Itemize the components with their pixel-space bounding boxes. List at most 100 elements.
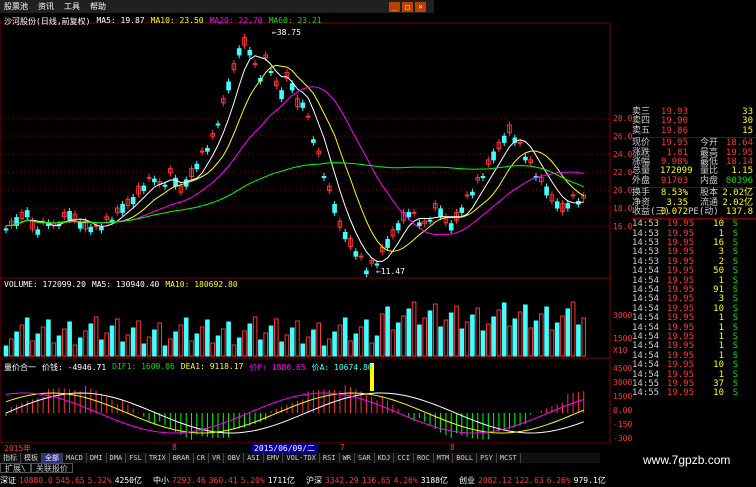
volume-bar bbox=[231, 344, 237, 357]
menu-item-pool[interactable]: 股票池 bbox=[4, 1, 28, 12]
menu-bar: 股票池 资讯 工具 帮助 bbox=[0, 0, 434, 13]
tab-psy[interactable]: PSY bbox=[477, 453, 497, 463]
tick-row: 14:55 19.95 10 S bbox=[632, 388, 756, 398]
volume-bar bbox=[491, 316, 496, 357]
tab-mtm[interactable]: MTM bbox=[434, 453, 454, 463]
index-0[interactable]: 深证 10880.0 545.65 5.32% 4250亿 bbox=[0, 475, 145, 486]
volume-bar bbox=[30, 340, 35, 357]
index-2[interactable]: 沪深 3342.29 136.65 4.26% 3188亿 bbox=[306, 475, 451, 486]
candle-body bbox=[321, 176, 327, 178]
volume-bar bbox=[51, 342, 57, 357]
tab-related-quotes[interactable]: 关联报价 bbox=[30, 463, 73, 473]
volume-bar bbox=[337, 324, 343, 357]
volume-bar bbox=[205, 319, 210, 357]
tab-cci[interactable]: CCI bbox=[394, 453, 414, 463]
index-name: 创业 bbox=[458, 476, 475, 485]
tab-rsi[interactable]: RSI bbox=[320, 453, 340, 463]
index-3[interactable]: 创业 2082.12 122.63 6.26% 979.1亿 bbox=[459, 475, 609, 486]
index-val: 7293.46 bbox=[171, 476, 206, 485]
tab-sar[interactable]: SAR bbox=[355, 453, 375, 463]
volume-bar bbox=[576, 324, 581, 357]
candle-body bbox=[120, 204, 125, 213]
volume-bar bbox=[226, 321, 231, 357]
tab-trix[interactable]: TRIX bbox=[146, 453, 170, 463]
volume-bar bbox=[496, 309, 502, 357]
candle-body bbox=[162, 184, 168, 187]
volume-bar bbox=[321, 345, 327, 357]
menu-item-info[interactable]: 资讯 bbox=[38, 1, 54, 12]
volume-bar bbox=[183, 317, 189, 357]
tab-cr[interactable]: CR bbox=[194, 453, 209, 463]
indicator-tick-label: 30000 bbox=[613, 378, 632, 387]
ma60-label: MA60: 23.21 bbox=[268, 16, 322, 25]
volume-bar bbox=[141, 343, 147, 357]
tab-brar[interactable]: BRAR bbox=[170, 453, 194, 463]
candle-body bbox=[300, 102, 306, 108]
volume-bar bbox=[390, 329, 396, 357]
candle-body bbox=[247, 50, 253, 56]
tab-obv[interactable]: OBV bbox=[224, 453, 245, 463]
tab-wr[interactable]: WR bbox=[340, 453, 355, 463]
maximize-icon[interactable]: □ bbox=[402, 1, 413, 12]
indicator-dea: DEA1: 9118.17 bbox=[180, 362, 244, 371]
price-tick-label: 22.00 bbox=[613, 168, 632, 177]
candle-body bbox=[523, 156, 528, 161]
volume-bar bbox=[136, 320, 141, 357]
timeline-m2: 7 bbox=[340, 443, 345, 452]
kline-chart[interactable]: 28.00 26.00 24.00 22.00 20.00 18.00 16.00 ←38.7… bbox=[0, 13, 632, 443]
volume-bar bbox=[565, 308, 571, 357]
volume-bar bbox=[475, 307, 480, 357]
tab-指标[interactable]: 指标 bbox=[0, 453, 21, 463]
tab-dmi[interactable]: DMI bbox=[87, 453, 107, 463]
chart-header: 沙河股份(日线,前复权) MA5: 19.87 MA10: 23.50 MA20… bbox=[4, 16, 322, 27]
tab-全部[interactable]: 全部 bbox=[42, 453, 63, 463]
tab-roc[interactable]: ROC bbox=[414, 453, 434, 463]
tab-macd[interactable]: MACD bbox=[63, 453, 87, 463]
volume-bar bbox=[120, 341, 125, 357]
index-pct: 4.26% bbox=[393, 476, 418, 485]
candle-body bbox=[358, 255, 364, 258]
status-bar: 深证 10880.0 545.65 5.32% 4250亿 中小 7293.46 360.41… bbox=[0, 474, 756, 487]
tab-vr[interactable]: VR bbox=[209, 453, 225, 463]
volume-bar bbox=[332, 331, 337, 357]
tab-模板[interactable]: 模板 bbox=[21, 453, 42, 463]
tab-dma[interactable]: DMA bbox=[107, 453, 127, 463]
volume-bar bbox=[109, 325, 115, 357]
minimize-icon[interactable]: _ bbox=[389, 1, 400, 12]
volume-bar bbox=[517, 311, 523, 357]
index-name: 沪深 bbox=[305, 476, 322, 485]
index-1[interactable]: 中小 7293.46 360.41 5.20% 1711亿 bbox=[153, 475, 298, 486]
tab-emv[interactable]: EMV bbox=[264, 453, 284, 463]
tab-fsl[interactable]: FSL bbox=[126, 453, 146, 463]
volume-bar bbox=[9, 338, 14, 357]
close-icon[interactable]: × bbox=[415, 1, 426, 12]
volume-bar bbox=[263, 332, 268, 357]
stat-label-2: PE(动) bbox=[688, 206, 719, 217]
candle-body bbox=[236, 48, 242, 56]
candle-body bbox=[353, 251, 359, 257]
tab-kdj[interactable]: KDJ bbox=[375, 453, 395, 463]
index-chg: 360.41 bbox=[208, 476, 238, 485]
candle-body bbox=[459, 207, 465, 213]
order-volume: 15 bbox=[742, 125, 753, 136]
volume-bar bbox=[72, 344, 78, 357]
tab-mcst[interactable]: MCST bbox=[497, 453, 521, 463]
tab-boll[interactable]: BOLL bbox=[453, 453, 478, 463]
volume-bar bbox=[242, 330, 247, 357]
volume-bar bbox=[507, 325, 512, 357]
menu-item-help[interactable]: 帮助 bbox=[90, 1, 106, 12]
candle-body bbox=[517, 141, 523, 144]
candle-body bbox=[289, 83, 295, 91]
candle-body bbox=[67, 211, 72, 220]
candle-body bbox=[252, 63, 258, 66]
tab-expand[interactable]: 扩展\ bbox=[0, 463, 31, 473]
menu-item-tools[interactable]: 工具 bbox=[64, 1, 80, 12]
tab-asi[interactable]: ASI bbox=[244, 453, 264, 463]
candle-body bbox=[35, 229, 41, 235]
timeline-m3: 8 bbox=[450, 443, 455, 452]
volume-bar bbox=[554, 322, 560, 357]
tab-vol-tdx[interactable]: VOL-TDX bbox=[283, 453, 320, 463]
candle-body bbox=[544, 186, 549, 196]
volume-bar bbox=[433, 303, 438, 357]
candle-body bbox=[464, 194, 470, 197]
